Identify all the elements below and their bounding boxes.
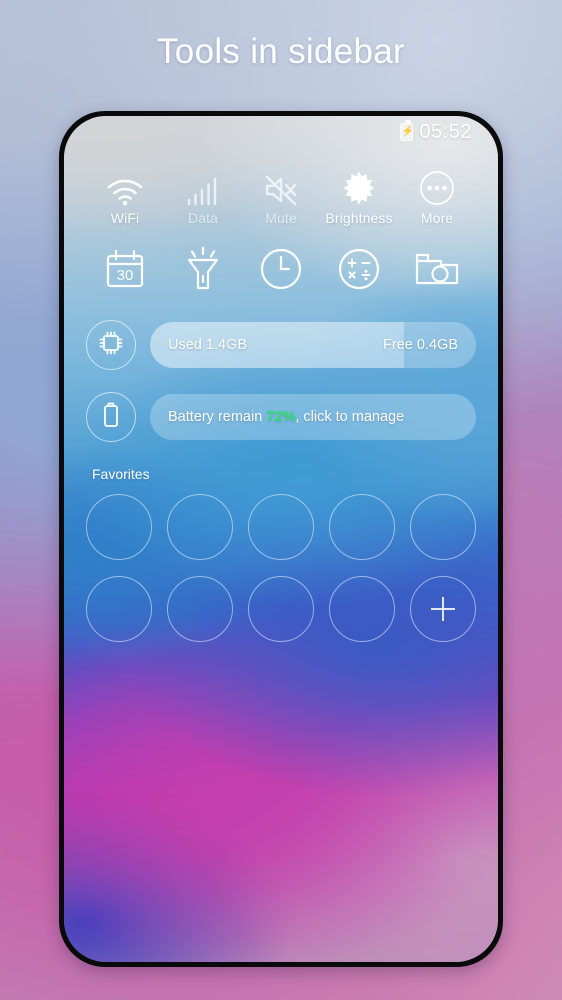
shortcut-camera[interactable]: [400, 244, 474, 294]
status-bar-clock: 05:52: [419, 120, 472, 143]
phone-device-frame: 05:52: [59, 111, 503, 967]
toggle-wifi-label: WiFi: [110, 210, 140, 226]
toggle-wifi[interactable]: WiFi: [88, 164, 162, 226]
toggle-more[interactable]: More: [400, 164, 474, 226]
status-bar: 05:52: [64, 116, 498, 148]
favorite-slot[interactable]: [329, 494, 395, 560]
cpu-chip-icon: [98, 330, 124, 361]
battery-percent: 72%: [266, 409, 296, 425]
control-panel: WiFi Data Mute A Brightness More 30 Used…: [64, 148, 498, 642]
favorite-slot[interactable]: [86, 494, 152, 560]
battery-outline-icon: [101, 401, 121, 434]
toggle-mute-label: Mute: [265, 210, 297, 226]
battery-text-before: Battery remain: [168, 409, 267, 425]
memory-usage-bar[interactable]: Used 1.4GB Free 0.4GB: [150, 322, 476, 368]
toggle-brightness[interactable]: A Brightness: [322, 164, 396, 226]
quick-toggle-row-2: 30: [78, 244, 484, 294]
quick-toggle-row-1: WiFi Data Mute A Brightness More: [78, 164, 484, 226]
memory-free-label: Free 0.4GB: [383, 337, 458, 353]
toggle-data[interactable]: Data: [166, 164, 240, 226]
brightness-auto-icon: A: [341, 164, 377, 206]
battery-text-after: , click to manage: [295, 409, 405, 425]
shortcut-flashlight[interactable]: [166, 244, 240, 294]
battery-row: Battery remain 72%, click to manage: [78, 392, 484, 442]
battery-status-bar[interactable]: Battery remain 72%, click to manage: [150, 394, 476, 440]
calculator-icon: [337, 244, 381, 294]
favorite-slot[interactable]: [167, 576, 233, 642]
battery-charging-icon: [400, 120, 414, 141]
plus-icon: [431, 597, 455, 621]
calendar-day-number: 30: [117, 267, 134, 284]
camera-icon: [414, 244, 460, 294]
toggle-more-label: More: [420, 210, 454, 226]
memory-used-label: Used 1.4GB: [168, 337, 247, 353]
phone-screen: 05:52: [64, 116, 498, 962]
memory-clean-button[interactable]: [86, 320, 136, 370]
shortcut-calendar[interactable]: 30: [88, 244, 162, 294]
calendar-icon: 30: [103, 244, 147, 294]
page-title: Tools in sidebar: [157, 32, 405, 71]
clock-icon: [259, 244, 303, 294]
shortcut-clock[interactable]: [244, 244, 318, 294]
favorite-slot[interactable]: [248, 494, 314, 560]
toggle-brightness-label: Brightness: [325, 210, 393, 226]
speaker-mute-icon: [263, 164, 299, 206]
toggle-mute[interactable]: Mute: [244, 164, 318, 226]
wifi-icon: [106, 164, 144, 206]
memory-row: Used 1.4GB Free 0.4GB: [78, 320, 484, 370]
favorite-slot[interactable]: [167, 494, 233, 560]
shortcut-calculator[interactable]: [322, 244, 396, 294]
battery-status-text: Battery remain 72%, click to manage: [168, 409, 404, 425]
more-dots-icon: [419, 164, 455, 206]
favorite-slot[interactable]: [410, 494, 476, 560]
favorite-slot[interactable]: [329, 576, 395, 642]
svg-text:A: A: [355, 181, 363, 195]
signal-bars-icon: [186, 164, 220, 206]
favorite-slot[interactable]: [248, 576, 314, 642]
favorite-add-button[interactable]: [410, 576, 476, 642]
favorites-row-2: [78, 576, 484, 642]
favorites-section-label: Favorites: [92, 466, 150, 482]
toggle-data-label: Data: [188, 210, 218, 226]
favorite-slot[interactable]: [86, 576, 152, 642]
battery-manage-button[interactable]: [86, 392, 136, 442]
favorites-row-1: [78, 494, 484, 560]
flashlight-icon: [181, 244, 225, 294]
